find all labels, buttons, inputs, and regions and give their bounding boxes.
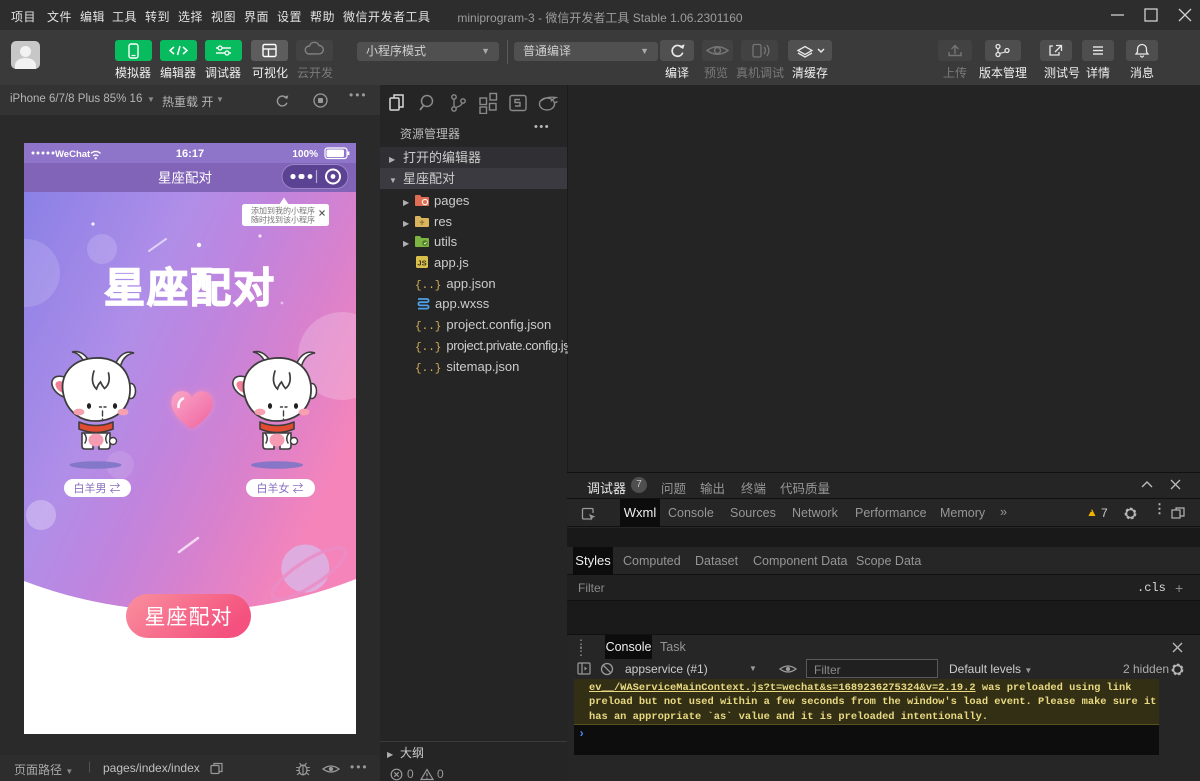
svg-text:白羊女 ⇄: 白羊女 ⇄ — [256, 481, 303, 495]
svg-text:添加到我的小程序: 添加到我的小程序 — [251, 206, 315, 216]
svg-text:星座配对: 星座配对 — [104, 265, 276, 311]
svg-text:JS: JS — [417, 259, 426, 268]
svg-text:星座配对: 星座配对 — [158, 171, 212, 186]
svg-text:白羊男 ⇄: 白羊男 ⇄ — [73, 481, 120, 495]
svg-text:WeChat: WeChat — [55, 149, 91, 160]
svg-text:星座配对: 星座配对 — [145, 606, 233, 629]
svg-text:随时找到该小程序: 随时找到该小程序 — [251, 215, 315, 225]
svg-text:16:17: 16:17 — [176, 148, 204, 160]
svg-text:100%: 100% — [292, 149, 318, 160]
